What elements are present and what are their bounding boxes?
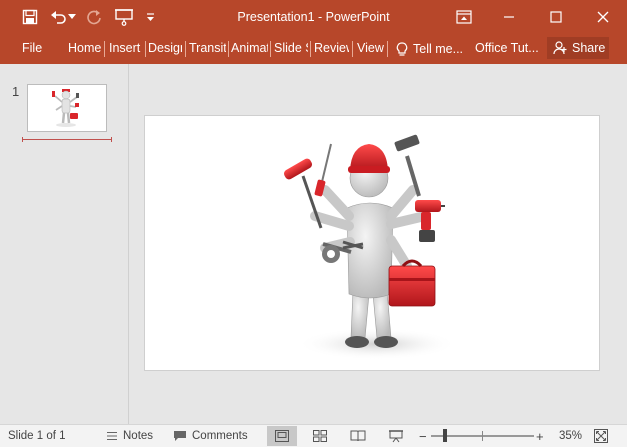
tab-view[interactable]: View [357, 34, 387, 64]
tab-animations[interactable]: Animations [231, 34, 268, 64]
comment-icon [173, 430, 187, 442]
zoom-slider-center-tick [482, 431, 483, 441]
zoom-slider-thumb[interactable] [443, 429, 447, 442]
slide-show-button[interactable] [381, 426, 411, 446]
tab-insert[interactable]: Insert [109, 34, 144, 64]
office-tut-account[interactable]: Office Tut... [475, 34, 543, 64]
notes-button[interactable]: Notes [106, 425, 153, 447]
slide-sorter-icon [313, 430, 327, 442]
tell-me-search[interactable]: Tell me... [396, 34, 466, 64]
reading-view-button[interactable] [343, 426, 373, 446]
window-title: Presentation1 - PowerPoint [237, 10, 390, 24]
tab-slide-show[interactable]: Slide Show [274, 34, 308, 64]
ribbon-display-options-icon[interactable] [453, 6, 475, 28]
tab-divider [228, 41, 229, 57]
tab-divider [387, 41, 388, 57]
slide-sorter-button[interactable] [305, 426, 335, 446]
fit-slide-button[interactable] [594, 425, 608, 447]
title-bar: Presentation1 - PowerPoint [0, 0, 627, 34]
tab-home[interactable]: Home [68, 34, 102, 64]
slide-canvas[interactable] [144, 115, 600, 371]
share-label: Share [572, 41, 606, 55]
normal-view-icon [275, 430, 289, 442]
lightbulb-icon [396, 41, 408, 57]
zoom-slider[interactable] [431, 429, 534, 442]
slide-show-icon [389, 429, 403, 443]
normal-view-button[interactable] [267, 426, 297, 446]
maximize-icon[interactable] [545, 6, 567, 28]
handyman-clipart-image[interactable] [145, 116, 599, 370]
thumbnail-handyman-image [52, 89, 79, 127]
tab-divider [270, 41, 271, 57]
ribbon-tab-bar: File Home Insert Design Transitions Anim… [0, 34, 627, 64]
fit-to-window-icon [594, 429, 608, 443]
share-user-icon [553, 41, 568, 55]
reading-view-icon [350, 430, 366, 442]
comments-label: Comments [192, 429, 248, 442]
tab-divider [104, 41, 105, 57]
zoom-level[interactable]: 35% [559, 425, 582, 447]
comments-button[interactable]: Comments [173, 425, 248, 447]
close-icon[interactable] [592, 6, 614, 28]
notes-icon [106, 431, 118, 441]
share-button[interactable]: Share [547, 37, 609, 59]
tab-transitions[interactable]: Transitions [189, 34, 226, 64]
tab-file[interactable]: File [22, 34, 46, 64]
tab-divider [145, 41, 146, 57]
tab-design[interactable]: Design [148, 34, 182, 64]
minimize-icon[interactable] [498, 6, 520, 28]
slide-counter: Slide 1 of 1 [8, 429, 66, 442]
tab-divider [310, 41, 311, 57]
tab-review[interactable]: Review [314, 34, 349, 64]
notes-label: Notes [123, 429, 154, 442]
slide-thumbnail[interactable] [27, 84, 107, 132]
status-bar: Slide 1 of 1 Notes Comments − + 35% [0, 424, 627, 447]
tab-divider [185, 41, 186, 57]
zoom-in-button[interactable]: + [536, 425, 544, 447]
slide-insert-indicator [22, 137, 112, 142]
slide-number: 1 [12, 84, 20, 99]
tab-divider [352, 41, 353, 57]
zoom-out-button[interactable]: − [419, 425, 427, 447]
tell-me-label: Tell me... [413, 42, 464, 56]
